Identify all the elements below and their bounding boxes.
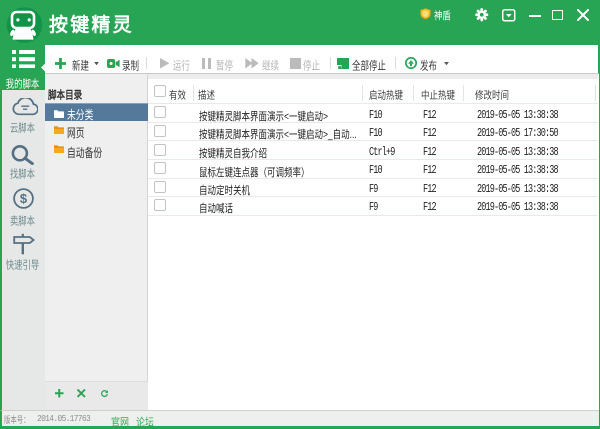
- svg-text:$: $: [20, 191, 28, 206]
